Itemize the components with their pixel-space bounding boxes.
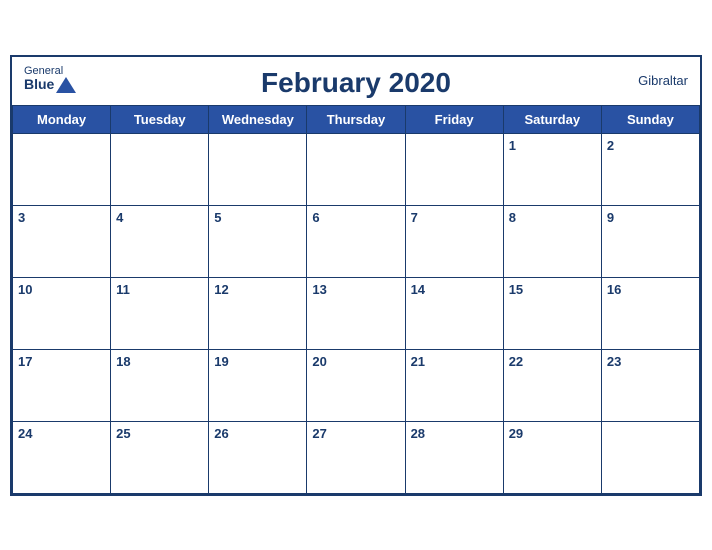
calendar-grid: Monday Tuesday Wednesday Thursday Friday… bbox=[12, 105, 700, 494]
weekday-thursday: Thursday bbox=[307, 105, 405, 133]
day-number: 16 bbox=[607, 282, 621, 297]
weekday-sunday: Sunday bbox=[601, 105, 699, 133]
day-number: 9 bbox=[607, 210, 614, 225]
calendar-day-cell: 1 bbox=[503, 133, 601, 205]
day-number: 20 bbox=[312, 354, 326, 369]
calendar-day-cell bbox=[13, 133, 111, 205]
calendar-day-cell: 7 bbox=[405, 205, 503, 277]
calendar-day-cell: 6 bbox=[307, 205, 405, 277]
logo-blue-text: Blue bbox=[24, 77, 54, 92]
calendar-day-cell: 19 bbox=[209, 349, 307, 421]
day-number: 2 bbox=[607, 138, 614, 153]
day-number: 6 bbox=[312, 210, 319, 225]
calendar-day-cell: 18 bbox=[111, 349, 209, 421]
calendar-day-cell: 29 bbox=[503, 421, 601, 493]
logo: General Blue bbox=[24, 65, 76, 93]
weekday-monday: Monday bbox=[13, 105, 111, 133]
calendar-day-cell bbox=[307, 133, 405, 205]
logo-icon bbox=[56, 77, 76, 93]
weekday-wednesday: Wednesday bbox=[209, 105, 307, 133]
calendar-day-cell bbox=[601, 421, 699, 493]
calendar-day-cell bbox=[405, 133, 503, 205]
calendar-day-cell bbox=[209, 133, 307, 205]
day-number: 4 bbox=[116, 210, 123, 225]
day-number: 25 bbox=[116, 426, 130, 441]
day-number: 23 bbox=[607, 354, 621, 369]
day-number: 1 bbox=[509, 138, 516, 153]
weekday-saturday: Saturday bbox=[503, 105, 601, 133]
calendar-day-cell: 15 bbox=[503, 277, 601, 349]
day-number: 18 bbox=[116, 354, 130, 369]
calendar-day-cell: 16 bbox=[601, 277, 699, 349]
calendar-title: February 2020 bbox=[261, 67, 451, 99]
calendar-day-cell: 14 bbox=[405, 277, 503, 349]
calendar-day-cell bbox=[111, 133, 209, 205]
day-number: 8 bbox=[509, 210, 516, 225]
day-number: 15 bbox=[509, 282, 523, 297]
calendar-day-cell: 4 bbox=[111, 205, 209, 277]
calendar-day-cell: 27 bbox=[307, 421, 405, 493]
calendar-day-cell: 26 bbox=[209, 421, 307, 493]
calendar-day-cell: 24 bbox=[13, 421, 111, 493]
calendar-day-cell: 13 bbox=[307, 277, 405, 349]
calendar-day-cell: 21 bbox=[405, 349, 503, 421]
day-number: 10 bbox=[18, 282, 32, 297]
calendar-week-row: 3 4 5 6 7 8 9 bbox=[13, 205, 700, 277]
day-number: 14 bbox=[411, 282, 425, 297]
calendar-week-row: 24 25 26 27 28 29 bbox=[13, 421, 700, 493]
day-number: 12 bbox=[214, 282, 228, 297]
calendar-day-cell: 20 bbox=[307, 349, 405, 421]
day-number: 13 bbox=[312, 282, 326, 297]
day-number: 28 bbox=[411, 426, 425, 441]
calendar-day-cell: 9 bbox=[601, 205, 699, 277]
weekday-friday: Friday bbox=[405, 105, 503, 133]
weekday-header-row: Monday Tuesday Wednesday Thursday Friday… bbox=[13, 105, 700, 133]
day-number: 26 bbox=[214, 426, 228, 441]
day-number: 5 bbox=[214, 210, 221, 225]
day-number: 19 bbox=[214, 354, 228, 369]
location-label: Gibraltar bbox=[638, 73, 688, 88]
calendar-week-row: 12 bbox=[13, 133, 700, 205]
calendar-header: General Blue February 2020 Gibraltar bbox=[12, 57, 700, 105]
calendar-day-cell: 12 bbox=[209, 277, 307, 349]
calendar-container: General Blue February 2020 Gibraltar Mon… bbox=[10, 55, 702, 496]
calendar-day-cell: 2 bbox=[601, 133, 699, 205]
logo-general-text: General bbox=[24, 65, 63, 77]
day-number: 11 bbox=[116, 282, 130, 297]
calendar-week-row: 17 18 19 20 21 22 23 bbox=[13, 349, 700, 421]
calendar-day-cell: 11 bbox=[111, 277, 209, 349]
day-number: 3 bbox=[18, 210, 25, 225]
day-number: 29 bbox=[509, 426, 523, 441]
calendar-day-cell: 17 bbox=[13, 349, 111, 421]
calendar-day-cell: 10 bbox=[13, 277, 111, 349]
calendar-day-cell: 22 bbox=[503, 349, 601, 421]
day-number: 24 bbox=[18, 426, 32, 441]
day-number: 22 bbox=[509, 354, 523, 369]
calendar-day-cell: 28 bbox=[405, 421, 503, 493]
weekday-tuesday: Tuesday bbox=[111, 105, 209, 133]
calendar-week-row: 10 11 12 13 14 15 16 bbox=[13, 277, 700, 349]
day-number: 7 bbox=[411, 210, 418, 225]
day-number: 17 bbox=[18, 354, 32, 369]
calendar-day-cell: 23 bbox=[601, 349, 699, 421]
calendar-day-cell: 3 bbox=[13, 205, 111, 277]
calendar-day-cell: 8 bbox=[503, 205, 601, 277]
calendar-day-cell: 25 bbox=[111, 421, 209, 493]
calendar-day-cell: 5 bbox=[209, 205, 307, 277]
day-number: 21 bbox=[411, 354, 425, 369]
day-number: 27 bbox=[312, 426, 326, 441]
